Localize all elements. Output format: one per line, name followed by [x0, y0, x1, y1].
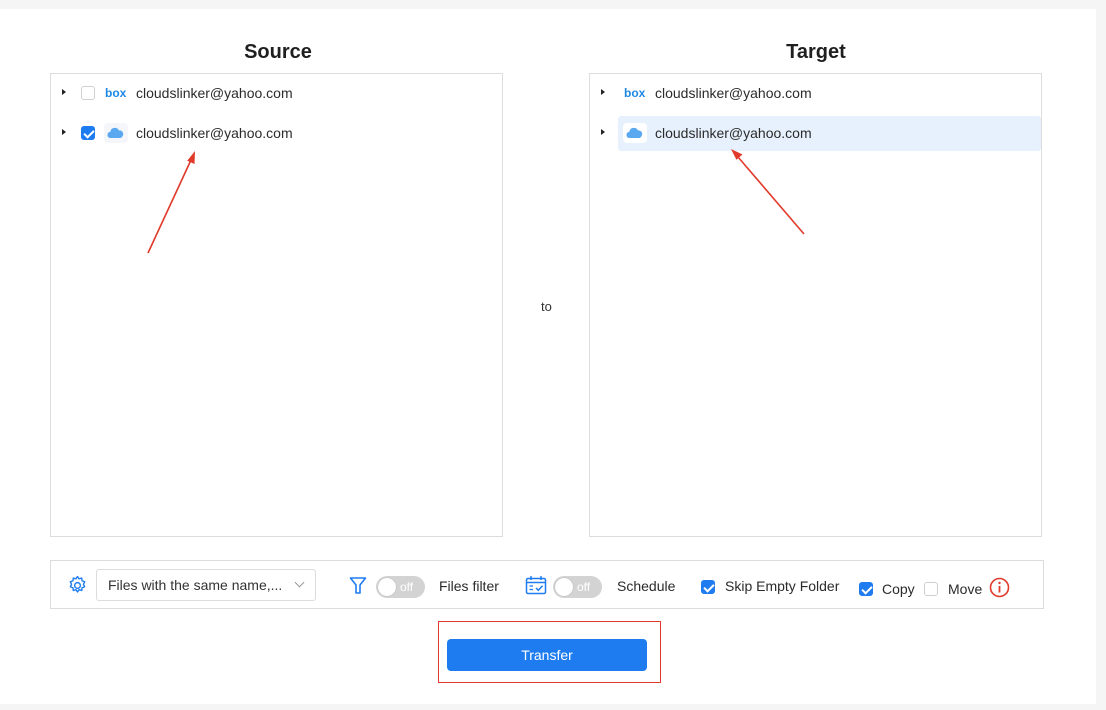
- conflict-option-value: Files with the same name,...: [108, 577, 283, 593]
- schedule-label: Schedule: [617, 578, 676, 594]
- skip-empty-folder-checkbox[interactable]: [701, 580, 715, 594]
- source-annotation-arrow-icon: [147, 151, 195, 254]
- gear-icon[interactable]: [67, 575, 88, 596]
- conflict-option-select[interactable]: Files with the same name,...: [96, 569, 316, 601]
- schedule-calendar-icon: [525, 576, 547, 595]
- info-icon[interactable]: [989, 577, 1010, 598]
- schedule-toggle[interactable]: off: [553, 576, 602, 598]
- copy-label: Copy: [882, 581, 915, 597]
- files-filter-state: off: [400, 580, 414, 594]
- toggle-knob: [555, 578, 573, 596]
- move-checkbox[interactable]: [924, 582, 938, 596]
- toggle-knob: [378, 578, 396, 596]
- files-filter-label: Files filter: [439, 578, 499, 594]
- filter-icon: [349, 577, 367, 594]
- transfer-button[interactable]: Transfer: [447, 639, 647, 671]
- copy-checkbox[interactable]: [859, 582, 873, 596]
- move-label: Move: [948, 581, 983, 597]
- skip-empty-folder-label: Skip Empty Folder: [725, 578, 840, 594]
- files-filter-toggle[interactable]: off: [376, 576, 425, 598]
- schedule-state: off: [577, 580, 591, 594]
- target-annotation-arrow-icon: [731, 149, 805, 235]
- chevron-down-icon: [294, 577, 305, 588]
